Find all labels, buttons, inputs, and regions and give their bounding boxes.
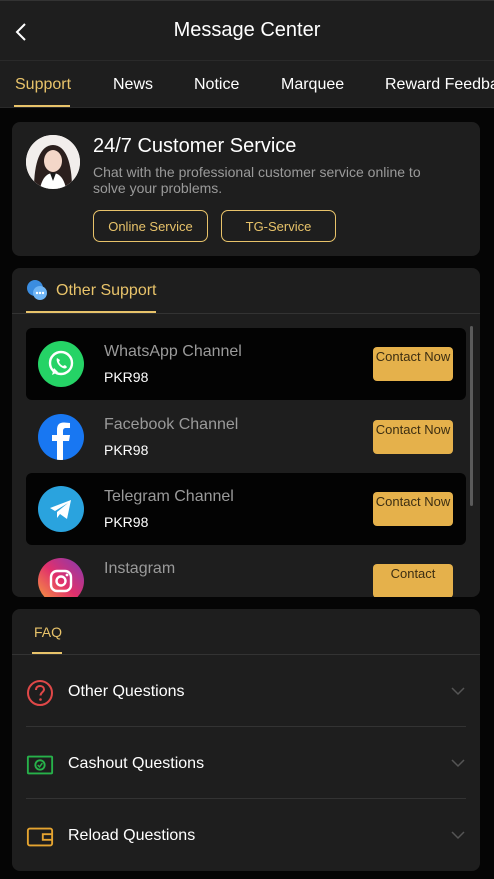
scrollbar[interactable] xyxy=(470,326,473,506)
divider xyxy=(12,313,480,314)
instagram-icon xyxy=(38,558,84,597)
channel-amount: PKR98 xyxy=(104,369,149,385)
customer-service-description: Chat with the professional customer serv… xyxy=(93,164,421,196)
whatsapp-icon xyxy=(38,341,84,387)
tab-bar: Support News Notice Marquee Reward Feedb… xyxy=(0,60,494,108)
faq-title: FAQ xyxy=(34,624,63,640)
channel-name: Facebook Channel xyxy=(104,416,239,433)
top-bar: Message Center xyxy=(0,0,494,60)
page-title: Message Center xyxy=(173,19,321,41)
channel-item-telegram[interactable]: Telegram Channel PKR98 Contact Now xyxy=(26,473,466,545)
contact-button[interactable]: Contact xyxy=(373,564,453,597)
facebook-icon xyxy=(38,414,84,460)
channel-item-facebook[interactable]: Facebook Channel PKR98 Contact Now xyxy=(26,401,466,473)
faq-item-reload[interactable]: Reload Questions xyxy=(26,799,466,871)
chevron-down-icon[interactable] xyxy=(450,683,466,699)
tg-service-button[interactable]: TG-Service xyxy=(221,210,336,242)
channel-name: WhatsApp Channel xyxy=(104,343,242,360)
channel-name: Telegram Channel xyxy=(104,488,234,505)
channel-amount: PKR98 xyxy=(104,514,149,530)
chat-bubble-icon xyxy=(26,279,48,301)
agent-avatar xyxy=(26,135,80,189)
channel-amount: PKR98 xyxy=(104,442,149,458)
telegram-icon xyxy=(38,486,84,532)
tab-reward-feedback[interactable]: Reward Feedback xyxy=(385,76,494,94)
tab-notice[interactable]: Notice xyxy=(194,76,239,94)
question-icon xyxy=(26,679,54,707)
other-support-card: Other Support WhatsApp Channel PKR98 Con… xyxy=(12,268,480,597)
contact-now-button[interactable]: Contact Now xyxy=(373,347,453,381)
faq-card: FAQ Other Questions Cashout Questions Re… xyxy=(12,609,480,871)
faq-label: Cashout Questions xyxy=(68,755,205,772)
chevron-down-icon[interactable] xyxy=(450,755,466,771)
contact-now-button[interactable]: Contact Now xyxy=(373,420,453,454)
faq-label: Other Questions xyxy=(68,683,185,700)
customer-service-title: 24/7 Customer Service xyxy=(93,135,297,157)
other-support-title: Other Support xyxy=(56,282,157,299)
active-tab-indicator xyxy=(14,105,70,107)
tab-support[interactable]: Support xyxy=(15,76,71,94)
wallet-icon xyxy=(26,823,54,851)
faq-label: Reload Questions xyxy=(68,827,196,844)
faq-item-other[interactable]: Other Questions xyxy=(26,655,466,727)
channel-item-instagram[interactable]: Instagram Contact xyxy=(26,545,466,597)
cash-icon xyxy=(26,751,54,779)
channel-name: Instagram xyxy=(104,560,176,577)
faq-item-cashout[interactable]: Cashout Questions xyxy=(26,727,466,799)
chevron-down-icon[interactable] xyxy=(450,827,466,843)
tab-news[interactable]: News xyxy=(113,76,153,94)
tab-marquee[interactable]: Marquee xyxy=(281,76,344,94)
contact-now-button[interactable]: Contact Now xyxy=(373,492,453,526)
channel-item-whatsapp[interactable]: WhatsApp Channel PKR98 Contact Now xyxy=(26,328,466,400)
online-service-button[interactable]: Online Service xyxy=(93,210,208,242)
customer-service-card: 24/7 Customer Service Chat with the prof… xyxy=(12,122,480,256)
